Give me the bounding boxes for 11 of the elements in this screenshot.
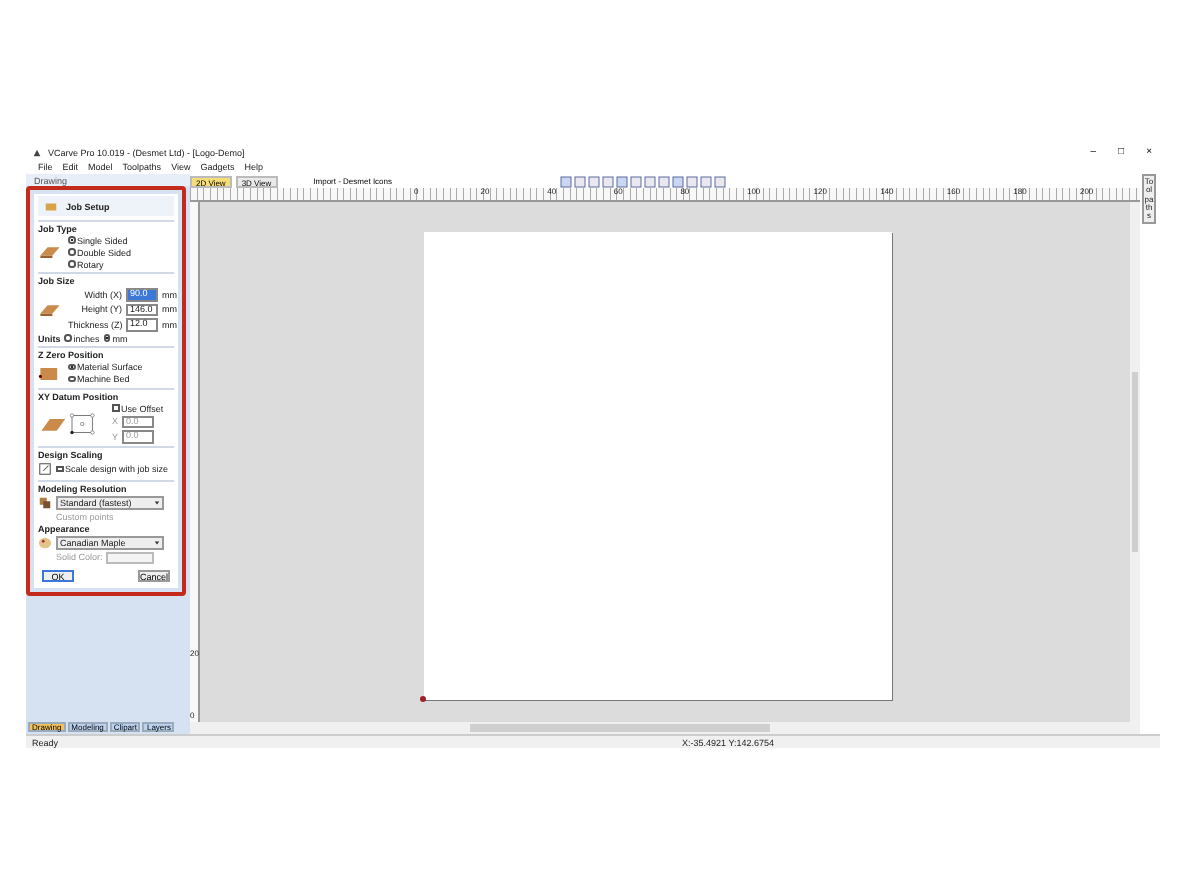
palette-icon: [38, 535, 52, 549]
scale-icon: [38, 462, 52, 476]
origin-marker: [420, 696, 426, 702]
job-setup-icon: [44, 199, 58, 213]
material-block-icon: [38, 242, 62, 262]
color-dropdown[interactable]: [106, 551, 155, 564]
caret-icon: [154, 499, 160, 505]
caret-icon: [154, 539, 160, 545]
resolution-icon: [38, 495, 52, 509]
material-block-icon: [38, 363, 62, 383]
material-block-icon: [38, 299, 62, 320]
